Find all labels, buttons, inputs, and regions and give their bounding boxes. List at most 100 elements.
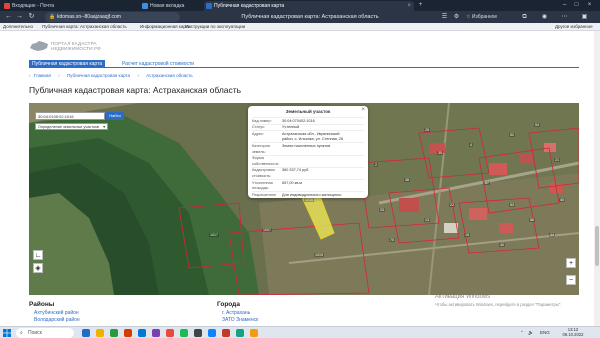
tab-label: Новая вкладка (150, 3, 185, 9)
taskbar-app-icon[interactable] (250, 329, 258, 337)
popup-row-key: Разрешенное (252, 192, 277, 197)
scrollbar-thumb[interactable] (595, 226, 599, 266)
taskbar-app-icon[interactable] (208, 329, 216, 337)
breadcrumb-item: Астраханская область (146, 73, 193, 78)
back-icon[interactable]: ← (4, 12, 13, 22)
close-icon[interactable]: × (361, 107, 365, 113)
other-favorites[interactable]: Другое избранное (555, 23, 593, 31)
popup-row: Уточненная 657,00 кв.м (252, 178, 364, 186)
nav-public-map[interactable]: Публичная кадастровая карта (29, 60, 106, 68)
city-link[interactable]: г. Астрахань (222, 310, 250, 316)
taskbar-app-icon[interactable] (110, 329, 118, 337)
volume-icon[interactable]: 🔈 (528, 327, 534, 338)
popup-row-key (252, 137, 282, 141)
popup-row-key: Уточненная (252, 180, 273, 185)
nav-cost-calculation[interactable]: Расчет кадастровой стоимости (119, 60, 197, 68)
taskbar-app-icon[interactable] (82, 329, 90, 337)
reload-icon[interactable]: ↻ (27, 12, 36, 22)
cities-title: Города (217, 301, 240, 308)
region-link[interactable]: Володарский район (34, 317, 80, 323)
taskbar-app-icon[interactable] (96, 329, 104, 337)
taskbar-app-icon[interactable] (180, 329, 188, 337)
breadcrumb: › Главная › Публичная кадастровая карта … (29, 73, 199, 79)
page-scrollbar[interactable] (594, 31, 600, 326)
windows-start-icon[interactable] (3, 329, 11, 337)
bookmark-item[interactable]: Инструкции по эксплуатации (185, 23, 245, 31)
tab-new[interactable]: Новая вкладка (140, 1, 202, 11)
minimize-icon[interactable]: – (560, 0, 569, 11)
site-logo[interactable]: ПОРТАЛ КАДАСТРА НЕДВИЖИМОСТИ.РФ (29, 38, 119, 54)
system-clock[interactable]: 13:12 06.10.2022 (560, 327, 586, 338)
popup-row: Кадастровая 360 337,74 руб. (252, 166, 364, 174)
keyboard-language[interactable]: ENG (540, 327, 550, 338)
popup-row: Статус: Учтенный (252, 123, 364, 131)
forward-icon[interactable]: → (15, 12, 24, 22)
tray-up-arrow-icon[interactable]: ⌃ (520, 327, 524, 338)
sidebar-icon[interactable]: ▣ (580, 12, 589, 22)
watermark-line-2: Чтобы активировать Windows, перейдите в … (435, 302, 562, 307)
parcel-number-label: 53 (509, 203, 515, 207)
parcel-number-label: 40 (499, 243, 505, 247)
new-tab-favicon-icon (142, 3, 148, 9)
breadcrumb-separator: › (58, 73, 60, 78)
profile-icon[interactable]: ◉ (540, 12, 549, 22)
url-field[interactable]: 🔒 kdomas.xn--80aajzaaqjf.com (45, 12, 180, 22)
popup-row-key: Категория (252, 143, 270, 148)
find-button[interactable]: Найти (106, 112, 124, 120)
city-link[interactable]: ЗАТО Знаменск (222, 317, 258, 323)
taskbar-app-icon[interactable] (222, 329, 230, 337)
popup-row-value (282, 174, 364, 178)
breadcrumb-item[interactable]: Публичная кадастровая карта (67, 73, 130, 78)
cadastral-map[interactable]: 30:04:0105:02:1016 Найти Определение зем… (29, 103, 579, 295)
logo-line-2: НЕДВИЖИМОСТИ.РФ (51, 46, 101, 51)
taskbar-app-icon[interactable] (152, 329, 160, 337)
zoom-out-button[interactable]: − (566, 275, 576, 285)
reading-mode-icon[interactable]: ☰ (440, 12, 449, 22)
parcel-number-label: 45 (559, 198, 565, 202)
popup-title: Земельный участок (285, 109, 331, 114)
close-tab-icon[interactable]: × (407, 1, 411, 11)
parcel-number-label: 2 (374, 163, 378, 167)
ruler-icon[interactable]: ∟ (33, 250, 43, 260)
popup-row: Кад.номер: 30:04:070402:1016 (252, 117, 364, 124)
collections-icon[interactable]: ⧉ (520, 12, 529, 22)
popup-row-key: стоимость: (252, 173, 272, 178)
popup-row-value: Астраханская обл., Икрянинский (282, 131, 340, 136)
bookmarks-bar: Доплнительно Публичная карта: Астраханск… (0, 23, 600, 31)
taskbar-app-icon[interactable] (194, 329, 202, 337)
parcel-number-label: 22 (449, 203, 455, 207)
watermark-line-1: Активация Windows (435, 294, 491, 300)
close-window-icon[interactable]: × (585, 0, 594, 11)
taskbar-search-input[interactable]: ⌕ Поиск (16, 328, 74, 338)
taskbar-app-icon[interactable] (166, 329, 174, 337)
breadcrumb-item[interactable]: Главная (34, 73, 51, 78)
parcel-number-label: 4 (469, 143, 473, 147)
popup-row-key: Кад.номер: (252, 118, 272, 123)
settings-menu-icon[interactable]: ⋯ (560, 12, 569, 22)
search-icon: ⌕ (20, 330, 23, 336)
bookmark-item[interactable]: Публичная карта: Астраханская область (42, 23, 127, 31)
taskbar-app-icon[interactable] (236, 329, 244, 337)
bookmark-item[interactable]: Доплнительно (3, 23, 33, 31)
favorites-label: Избранное (471, 14, 498, 20)
extensions-icon[interactable]: ⚙ (452, 12, 461, 22)
taskbar-app-icon[interactable] (138, 329, 146, 337)
parcel-number-label: 1007 (262, 228, 272, 232)
region-link[interactable]: Ахтубинский район (34, 310, 79, 316)
popup-row-value: Учтенный (282, 125, 300, 130)
zoom-in-button[interactable]: + (566, 258, 576, 268)
layers-icon[interactable]: ◈ (33, 263, 43, 273)
tab-cadastral-map[interactable]: Публичная кадастровая карта × (204, 1, 414, 11)
cadastral-number-input[interactable]: 30:04:0105:02:1016 (35, 112, 105, 120)
maximize-icon[interactable]: □ (572, 0, 581, 11)
tab-mail[interactable]: Входящие - Почта (2, 1, 60, 11)
taskbar-app-icon[interactable] (124, 329, 132, 337)
layer-select[interactable]: Определение земельных участков ▾ (35, 123, 108, 130)
popup-row-value: Земли населенных пунктов (282, 143, 331, 148)
bookmark-item[interactable]: Информационная карта (140, 23, 190, 31)
favorites-button[interactable]: ☆ Избранное (466, 12, 497, 22)
search-placeholder: Поиск (28, 330, 42, 336)
new-tab-button[interactable]: + (416, 0, 425, 11)
parcel-number-label: 19 (464, 233, 470, 237)
parcel-number-label: 21 (554, 158, 560, 162)
